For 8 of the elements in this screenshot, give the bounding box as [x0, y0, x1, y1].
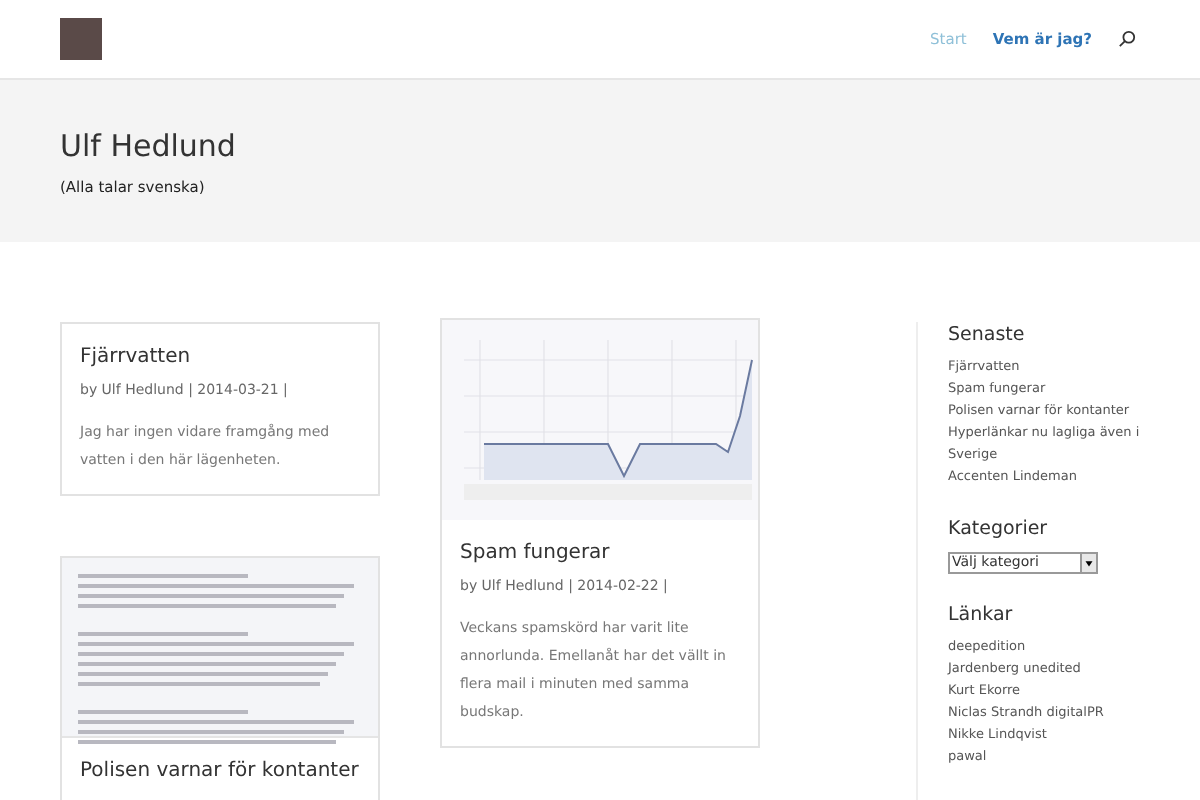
widget-title: Länkar: [948, 601, 1015, 629]
post-title-link[interactable]: Spam fungerar: [460, 538, 740, 570]
post-title-link[interactable]: Polisen varnar för kontanter: [80, 755, 360, 787]
widget-title: Senaste: [948, 322, 1027, 350]
widget-title: Kategorier: [948, 516, 1050, 545]
search-icon[interactable]: [1118, 30, 1136, 48]
site-title: Ulf Hedlund: [60, 126, 238, 166]
post-title-link[interactable]: Fjärrvatten: [80, 342, 360, 374]
